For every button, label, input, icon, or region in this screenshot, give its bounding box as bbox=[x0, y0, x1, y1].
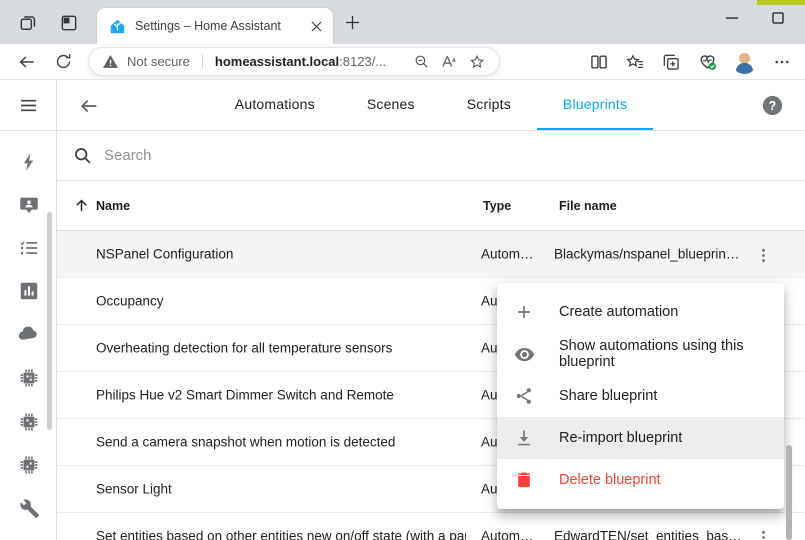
favorite-star-icon[interactable] bbox=[467, 52, 487, 72]
sidebar-item-assist[interactable] bbox=[16, 192, 41, 217]
browser-tab-strip: Settings – Home Assistant bbox=[0, 0, 805, 44]
menu-item-reimport-blueprint[interactable]: Re-import blueprint bbox=[497, 417, 784, 459]
sidebar-item-esphome-1[interactable] bbox=[16, 365, 41, 390]
eye-icon bbox=[513, 343, 535, 365]
sidebar-scrollbar[interactable] bbox=[47, 212, 52, 430]
sort-ascending-icon[interactable] bbox=[73, 197, 91, 215]
menu-item-label: Create automation bbox=[559, 304, 678, 320]
browser-tab[interactable]: Settings – Home Assistant bbox=[97, 8, 333, 44]
delete-icon bbox=[513, 469, 535, 491]
column-header-type[interactable]: Type bbox=[483, 199, 511, 213]
menu-item-label: Delete blueprint bbox=[559, 472, 661, 488]
address-bar[interactable]: Not secure homeassistant.local:8123/... bbox=[88, 47, 500, 76]
sidebar bbox=[0, 80, 57, 540]
page-tabs: Automations Scenes Scripts Blueprints bbox=[209, 80, 653, 130]
share-icon bbox=[513, 385, 535, 407]
home-assistant-app: Automations Scenes Scripts Blueprints ? bbox=[0, 80, 805, 540]
zoom-out-icon[interactable] bbox=[411, 52, 431, 72]
browser-window: Settings – Home Assistant Not secur bbox=[0, 0, 805, 540]
tab-close-icon[interactable] bbox=[307, 17, 325, 35]
back-icon[interactable] bbox=[16, 51, 38, 73]
tab-scripts[interactable]: Scripts bbox=[441, 80, 537, 130]
row-name: Sensor Light bbox=[96, 482, 172, 497]
sidebar-item-esphome-2[interactable] bbox=[16, 409, 41, 434]
vertical-tabs-icon[interactable] bbox=[58, 12, 80, 34]
plus-icon bbox=[513, 301, 535, 323]
row-overflow-menu-icon[interactable] bbox=[751, 525, 775, 540]
security-label: Not secure bbox=[127, 54, 190, 69]
url-text: homeassistant.local:8123/... bbox=[215, 54, 403, 69]
menu-item-show-automations[interactable]: Show automations using this blueprint bbox=[497, 333, 784, 375]
menu-item-label: Share blueprint bbox=[559, 388, 657, 404]
url-path: :8123/... bbox=[339, 54, 386, 69]
table-row[interactable]: NSPanel Configuration Autom… Blackymas/n… bbox=[57, 231, 805, 278]
tab-automations[interactable]: Automations bbox=[209, 80, 341, 130]
help-icon[interactable]: ? bbox=[761, 94, 784, 117]
browser-toolbar: Not secure homeassistant.local:8123/... bbox=[0, 44, 805, 80]
menu-item-label: Show automations using this blueprint bbox=[559, 338, 768, 370]
tab-title: Settings – Home Assistant bbox=[135, 19, 307, 33]
profile-avatar[interactable] bbox=[732, 49, 757, 74]
workspaces-icon[interactable] bbox=[17, 12, 39, 34]
window-maximize-icon[interactable] bbox=[769, 9, 787, 27]
row-name: Philips Hue v2 Smart Dimmer Switch and R… bbox=[96, 388, 394, 403]
column-header-file-name[interactable]: File name bbox=[559, 199, 617, 213]
sidebar-item-todo-lists[interactable] bbox=[16, 235, 41, 260]
search-input[interactable] bbox=[104, 131, 805, 180]
window-minimize-icon[interactable] bbox=[723, 9, 741, 27]
new-tab-icon[interactable] bbox=[341, 11, 363, 33]
svg-text:?: ? bbox=[769, 99, 777, 113]
menu-item-share-blueprint[interactable]: Share blueprint bbox=[497, 375, 784, 417]
row-type: Autom… bbox=[481, 247, 534, 262]
row-name: Occupancy bbox=[96, 294, 164, 309]
row-name: Set entities based on other entities new… bbox=[96, 529, 466, 540]
split-screen-icon[interactable] bbox=[588, 51, 610, 73]
sidebar-item-energy[interactable] bbox=[16, 149, 41, 174]
search-icon bbox=[70, 144, 94, 168]
blueprint-context-menu: Create automation Show automations using… bbox=[497, 283, 784, 509]
page-back-icon[interactable] bbox=[76, 93, 101, 118]
sidebar-item-history[interactable] bbox=[16, 278, 41, 303]
sidebar-item-esphome-3[interactable] bbox=[16, 452, 41, 477]
browser-menu-ellipsis-icon[interactable] bbox=[771, 51, 793, 73]
url-host: homeassistant.local bbox=[215, 54, 339, 69]
address-divider bbox=[202, 54, 203, 69]
sidebar-menu-icon[interactable] bbox=[16, 93, 41, 118]
table-header: Name Type File name bbox=[57, 181, 805, 231]
row-name: Overheating detection for all temperatur… bbox=[96, 341, 392, 356]
row-name: Send a camera snapshot when motion is de… bbox=[96, 435, 395, 450]
not-secure-warning-icon bbox=[102, 53, 119, 70]
home-assistant-favicon bbox=[109, 18, 126, 35]
menu-item-create-automation[interactable]: Create automation bbox=[497, 291, 784, 333]
tab-blueprints[interactable]: Blueprints bbox=[537, 80, 653, 130]
column-header-name[interactable]: Name bbox=[96, 199, 130, 213]
row-overflow-menu-icon[interactable] bbox=[751, 243, 775, 267]
browser-essentials-icon[interactable] bbox=[696, 51, 718, 73]
menu-item-delete-blueprint[interactable]: Delete blueprint bbox=[497, 459, 784, 501]
row-name: NSPanel Configuration bbox=[96, 247, 233, 262]
screen-edge-artifact bbox=[757, 0, 805, 5]
sidebar-header bbox=[0, 80, 56, 131]
menu-item-label: Re-import blueprint bbox=[559, 430, 682, 446]
page-scrollbar[interactable] bbox=[786, 445, 792, 540]
download-icon bbox=[513, 427, 535, 449]
row-file-name: Blackymas/nspanel_blueprin… bbox=[554, 247, 739, 262]
blueprints-header: Automations Scenes Scripts Blueprints ? bbox=[57, 80, 805, 131]
table-row[interactable]: Set entities based on other entities new… bbox=[57, 513, 805, 540]
sidebar-item-cloud[interactable] bbox=[16, 321, 41, 346]
row-file-name: EdwardTEN/set_entities_bas… bbox=[554, 529, 742, 540]
tab-scenes[interactable]: Scenes bbox=[341, 80, 441, 130]
read-aloud-icon[interactable] bbox=[439, 52, 459, 72]
refresh-icon[interactable] bbox=[52, 51, 74, 73]
row-type: Autom… bbox=[481, 529, 534, 540]
search-bar bbox=[57, 131, 805, 181]
favorites-hub-icon[interactable] bbox=[624, 51, 646, 73]
sidebar-item-developer-tools[interactable] bbox=[16, 495, 41, 520]
collections-icon[interactable] bbox=[660, 51, 682, 73]
